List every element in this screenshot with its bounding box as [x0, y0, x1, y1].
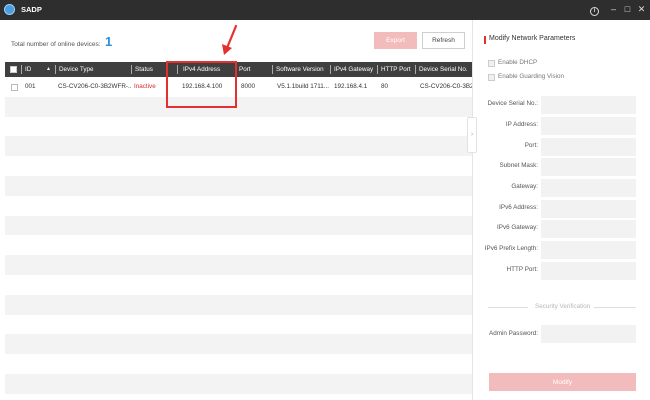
empty-row	[5, 314, 472, 335]
security-verification-heading: Security Verification	[535, 303, 591, 310]
chevron-right-icon: ›	[470, 131, 474, 138]
column-separator	[272, 65, 273, 74]
panel-accent-bar	[484, 36, 486, 44]
select-all-checkbox[interactable]	[10, 66, 17, 73]
column-header-serial[interactable]: Device Serial No.	[419, 62, 472, 77]
column-header-ipv4-gateway[interactable]: IPv4 Gateway	[334, 62, 378, 77]
table-header: ID ▲ Device Type Status IPv4 Address Por…	[5, 62, 472, 77]
modify-button[interactable]: Modify	[489, 373, 636, 391]
minimize-button[interactable]: –	[607, 3, 620, 16]
ipv6-address-field[interactable]	[541, 200, 636, 218]
pane-divider	[472, 20, 473, 400]
port-field[interactable]	[541, 138, 636, 156]
table-row[interactable]: 001 CS-CV206-C0-3B2WFR-... Inactive 192.…	[5, 77, 472, 97]
empty-row	[5, 275, 472, 295]
app-title: SADP	[21, 5, 42, 14]
ip-address-field[interactable]	[541, 117, 636, 135]
divider-line	[488, 307, 528, 308]
ipv4-highlight-box	[166, 61, 237, 108]
column-header-device-type[interactable]: Device Type	[59, 62, 131, 77]
ipv6-address-label: IPv6 Address:	[499, 204, 538, 211]
admin-password-label: Admin Password:	[489, 330, 538, 337]
empty-row	[5, 195, 472, 216]
gateway-field[interactable]	[541, 179, 636, 197]
empty-row	[5, 215, 472, 236]
collapse-panel-button[interactable]: ›	[467, 117, 477, 153]
port-label: Port:	[524, 142, 538, 149]
ipv6-gateway-field[interactable]	[541, 220, 636, 238]
panel-title: Modify Network Parameters	[489, 35, 576, 42]
serial-label: Device Serial No.:	[487, 100, 538, 107]
red-arrow-icon	[222, 24, 238, 55]
online-devices-count: 1	[105, 34, 113, 49]
enable-dhcp-checkbox[interactable]	[488, 60, 495, 67]
column-separator	[330, 65, 331, 74]
subnet-mask-field[interactable]	[541, 158, 636, 176]
row-checkbox[interactable]	[11, 84, 18, 91]
ip-address-label: IP Address:	[505, 121, 538, 128]
export-button[interactable]: Export	[374, 32, 417, 49]
empty-row	[5, 96, 472, 117]
enable-dhcp-label: Enable DHCP	[498, 59, 538, 66]
cell-gateway: 192.168.4.1	[334, 83, 368, 90]
empty-row	[5, 176, 472, 196]
serial-field[interactable]	[541, 96, 636, 114]
close-button[interactable]: ✕	[635, 3, 648, 16]
column-separator	[415, 65, 416, 74]
gateway-label: Gateway:	[511, 183, 538, 190]
column-header-http-port[interactable]: HTTP Port	[381, 62, 417, 77]
refresh-button[interactable]: Refresh	[422, 32, 465, 49]
http-port-label: HTTP Port:	[506, 266, 538, 273]
maximize-button[interactable]: □	[621, 3, 634, 16]
device-table: ID ▲ Device Type Status IPv4 Address Por…	[5, 62, 472, 398]
enable-guarding-vision-checkbox[interactable]	[488, 74, 495, 81]
column-separator	[131, 65, 132, 74]
column-header-port[interactable]: Port	[239, 62, 269, 77]
enable-guarding-vision-label: Enable Guarding Vision	[498, 73, 565, 80]
empty-row	[5, 255, 472, 275]
empty-row	[5, 374, 472, 394]
column-separator	[377, 65, 378, 74]
cell-device-type: CS-CV206-C0-3B2WFR-...	[58, 83, 131, 90]
cell-port: 8000	[241, 83, 256, 90]
info-icon: i	[590, 7, 599, 16]
empty-row	[5, 156, 472, 176]
column-separator	[21, 65, 22, 74]
online-devices-label: Total number of online devices:	[11, 41, 101, 48]
cell-id: 001	[25, 83, 36, 90]
info-button[interactable]: i	[588, 3, 601, 16]
sort-asc-icon[interactable]: ▲	[46, 62, 54, 77]
empty-row	[5, 136, 472, 157]
http-port-field[interactable]	[541, 262, 636, 280]
divider-line	[594, 307, 636, 308]
empty-row	[5, 116, 472, 137]
empty-row	[5, 235, 472, 256]
ipv6-gateway-label: IPv6 Gateway:	[497, 224, 538, 231]
admin-password-field[interactable]	[541, 325, 636, 343]
ipv6-prefix-length-field[interactable]	[541, 241, 636, 259]
cell-http-port: 80	[381, 83, 389, 90]
cell-software-version: V5.1.1build 1711...	[277, 83, 330, 90]
column-separator	[55, 65, 56, 74]
empty-row	[5, 294, 472, 315]
empty-row	[5, 334, 472, 355]
ipv6-prefix-length-label: IPv6 Prefix Length:	[484, 245, 538, 252]
title-bar: SADP i – □ ✕	[0, 0, 650, 20]
column-header-software-version[interactable]: Software Version	[276, 62, 332, 77]
cell-serial: CS-CV206-C0-3B2W	[420, 83, 472, 90]
subnet-mask-label: Subnet Mask:	[499, 162, 538, 169]
empty-row	[5, 354, 472, 374]
sadp-logo-icon	[4, 4, 15, 15]
